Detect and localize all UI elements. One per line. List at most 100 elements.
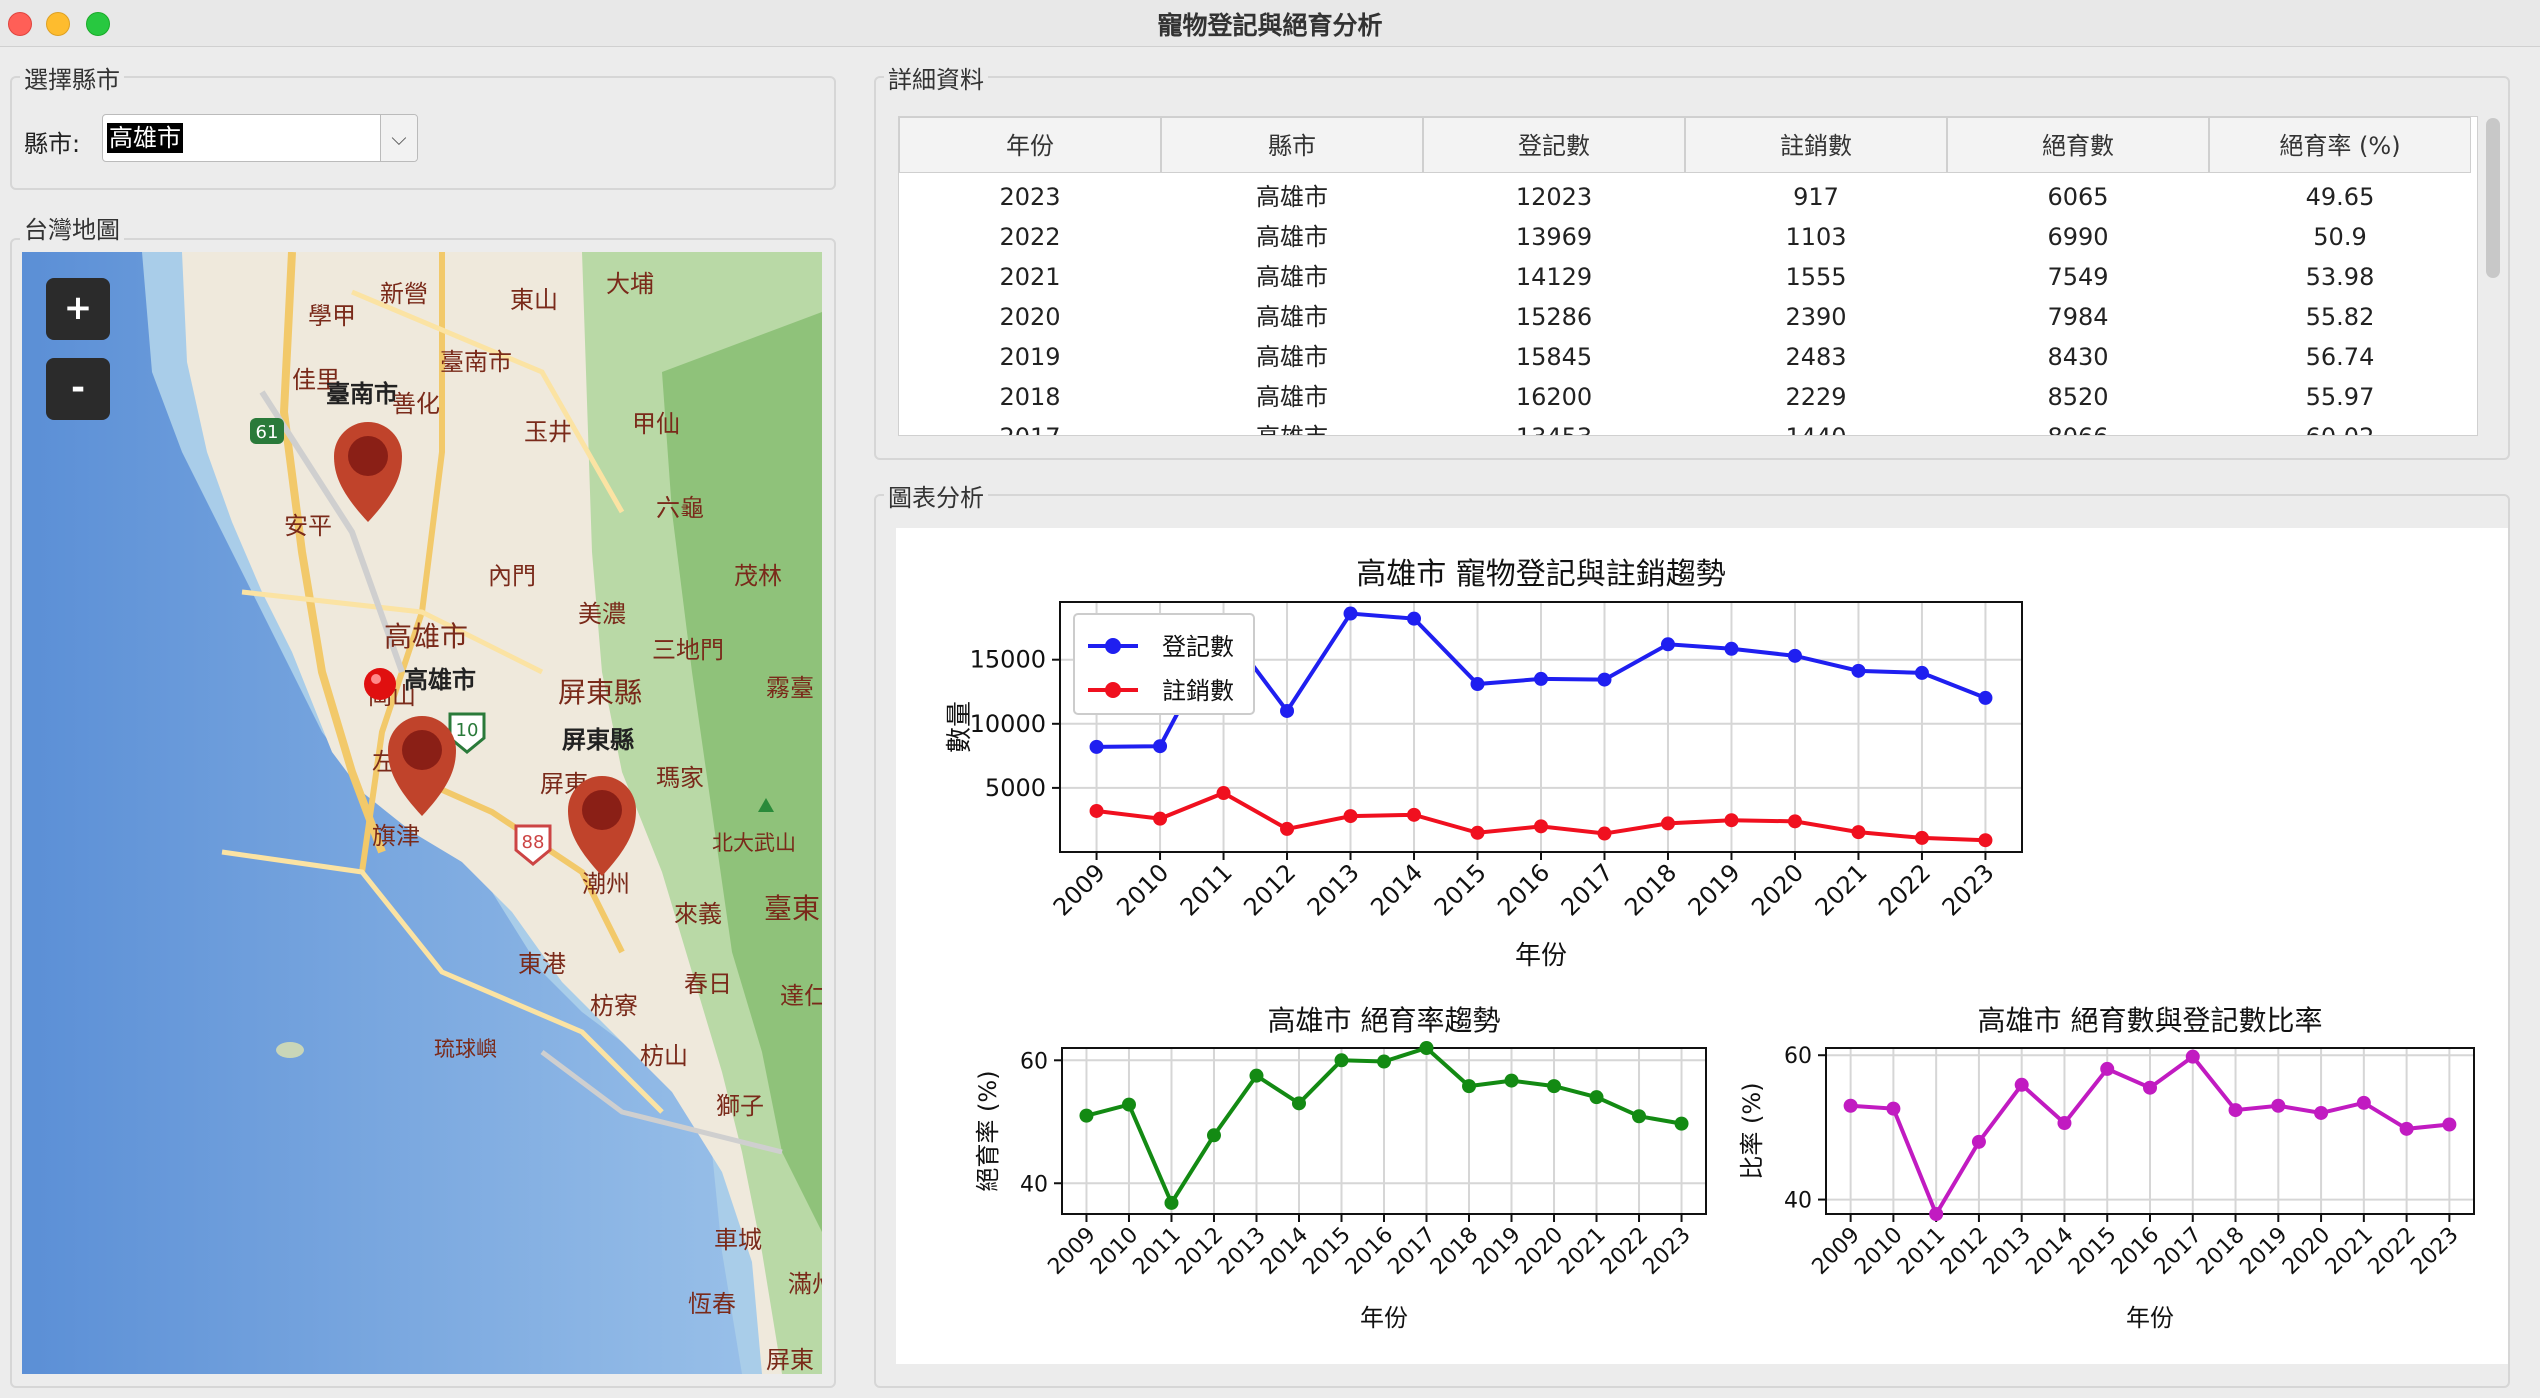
- x-tick-label: 2015: [2064, 1223, 2121, 1280]
- table-cell: 高雄市: [1256, 223, 1328, 251]
- chevron-updown-icon[interactable]: ⌵: [380, 115, 417, 161]
- map-label-fangshan: 枋山: [640, 1042, 688, 1070]
- city-field-label: 縣市:: [24, 130, 81, 158]
- detail-group-label: 詳細資料: [884, 60, 988, 95]
- data-point: [1534, 671, 1548, 686]
- x-tick-label: 2010: [1850, 1223, 1907, 1280]
- table-cell: 8430: [2047, 343, 2109, 371]
- data-point: [1589, 1090, 1604, 1105]
- map-label-shanhua: 善化: [392, 390, 440, 418]
- map-label-sandimen: 三地門: [652, 636, 724, 664]
- data-point: [1407, 807, 1422, 822]
- column-header[interactable]: 絕育率 (%): [2209, 117, 2471, 173]
- map-label-kaohsiung: 高雄市: [384, 620, 468, 653]
- table-cell: 15845: [1515, 343, 1593, 371]
- detail-table[interactable]: 年份 縣市 登記數 註銷數 絕育數 絕育率 (%) 2023 高雄市 12023 917 6065…: [898, 116, 2478, 436]
- table-cell: 1103: [1785, 223, 1847, 251]
- zoom-in-button[interactable]: +: [46, 278, 110, 340]
- data-point: [1724, 813, 1739, 828]
- x-tick-label: 2012: [1936, 1223, 1993, 1280]
- x-axis-label: 年份: [1515, 941, 1567, 971]
- column-header[interactable]: 登記數: [1423, 117, 1685, 173]
- zoom-out-button[interactable]: -: [46, 358, 110, 420]
- data-point: [1504, 1073, 1519, 1088]
- map-label-tainan-city: 臺南市: [440, 348, 512, 376]
- x-tick-label: 2022: [2364, 1223, 2421, 1280]
- data-point: [1153, 739, 1168, 754]
- legend-entry: 註銷數: [1162, 677, 1234, 705]
- table-cell: 7984: [2047, 303, 2109, 331]
- table-cell: 49.65: [2305, 183, 2375, 211]
- map-label-fangliao: 枋寮: [590, 992, 638, 1020]
- taiwan-map[interactable]: 新營 東山 大埔 學甲 臺南市 佳里 臺南市 善化 玉井 甲仙 安平 六龜 內門…: [22, 252, 822, 1374]
- y-axis-label: 比率 (%): [1738, 1082, 1766, 1179]
- table-cell: 高雄市: [1256, 183, 1328, 211]
- table-row[interactable]: 2018 高雄市 16200 2229 8520 55.97: [899, 377, 2477, 417]
- map-label-hengchun: 恆春: [688, 1290, 736, 1318]
- table-scrollbar[interactable]: [2486, 118, 2500, 278]
- city-combobox[interactable]: 高雄市 ⌵: [102, 114, 418, 162]
- table-cell: 13969: [1515, 223, 1593, 251]
- data-point: [2228, 1103, 2243, 1118]
- x-tick-label: 2020: [1746, 858, 1809, 921]
- data-point: [1632, 1109, 1647, 1124]
- table-cell: 高雄市: [1256, 383, 1328, 411]
- x-tick-label: 2014: [1365, 858, 1428, 921]
- city-combobox-value: 高雄市: [107, 123, 183, 153]
- table-cell: 高雄市: [1161, 417, 1423, 435]
- map-label-wutai: 霧臺: [766, 674, 814, 702]
- data-point: [1419, 1041, 1434, 1055]
- x-tick-label: 2009: [1043, 1223, 1100, 1280]
- column-header[interactable]: 註銷數: [1685, 117, 1947, 173]
- x-tick-label: 2013: [1979, 1223, 2036, 1280]
- table-cell: 2017: [899, 417, 1161, 435]
- x-tick-label: 2017: [2150, 1223, 2207, 1280]
- data-point: [2100, 1061, 2115, 1076]
- data-point: [1343, 809, 1358, 824]
- column-header[interactable]: 縣市: [1161, 117, 1423, 173]
- data-point: [2185, 1049, 2200, 1064]
- x-tick-label: 2020: [1511, 1223, 1568, 1280]
- x-tick-label: 2013: [1302, 858, 1365, 921]
- data-point: [1971, 1134, 1986, 1149]
- map-label-chaozhou: 潮州: [582, 870, 630, 898]
- y-tick-label: 40: [1784, 1189, 1812, 1214]
- column-header[interactable]: 絕育數: [1947, 117, 2209, 173]
- table-cell: 高雄市: [1256, 343, 1328, 371]
- data-point: [2442, 1117, 2457, 1132]
- table-cell: 60.02: [2209, 417, 2471, 435]
- svg-text:10: 10: [456, 720, 479, 741]
- table-cell: 56.74: [2305, 343, 2375, 371]
- table-row[interactable]: 2019 高雄市 15845 2483 8430 56.74: [899, 337, 2477, 377]
- map-label-liuqiu: 琉球嶼: [434, 1037, 497, 1061]
- table-row[interactable]: 2022 高雄市 13969 1103 6990 50.9: [899, 217, 2477, 257]
- table-row[interactable]: 2021 高雄市 14129 1555 7549 53.98: [899, 257, 2477, 297]
- data-point: [1121, 1097, 1136, 1112]
- y-tick-label: 60: [1020, 1049, 1048, 1074]
- table-cell: 8520: [2047, 383, 2109, 411]
- map-label-yujing: 玉井: [524, 418, 572, 446]
- table-row[interactable]: 2023 高雄市 12023 917 6065 49.65: [899, 177, 2477, 217]
- column-header[interactable]: 年份: [899, 117, 1161, 173]
- map-label-anping: 安平: [284, 512, 332, 540]
- data-point: [1978, 690, 1993, 705]
- map-label-dongshan: 東山: [510, 286, 558, 314]
- y-axis-label: 數量: [945, 701, 975, 753]
- table-cell: 1555: [1785, 263, 1847, 291]
- map-label-donggang: 東港: [518, 950, 566, 978]
- x-tick-label: 2023: [1937, 858, 2000, 921]
- x-tick-label: 2011: [1128, 1223, 1185, 1280]
- table-row[interactable]: 2017高雄市134531440806660.02: [899, 417, 2477, 435]
- data-point: [1216, 786, 1231, 801]
- table-cell: 14129: [1515, 263, 1593, 291]
- table-header: 年份 縣市 登記數 註銷數 絕育數 絕育率 (%): [899, 117, 2477, 175]
- selected-location-pin[interactable]: [364, 668, 396, 700]
- x-tick-label: 2016: [2107, 1223, 2164, 1280]
- table-row[interactable]: 2020 高雄市 15286 2390 7984 55.82: [899, 297, 2477, 337]
- table-cell: 2390: [1785, 303, 1847, 331]
- data-point: [1089, 739, 1104, 754]
- x-tick-label: 2009: [1048, 858, 1111, 921]
- charts-canvas: 500010000150002009 2010 2011 2012 2013 2014 20…: [945, 557, 2475, 1332]
- data-point: [2356, 1095, 2371, 1110]
- table-cell: 2229: [1785, 383, 1847, 411]
